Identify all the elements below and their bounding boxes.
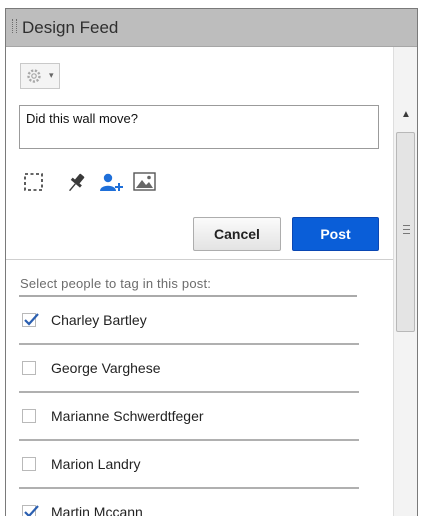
drag-grip-icon[interactable] xyxy=(12,19,17,33)
tag-person-item[interactable]: Martin Mccann xyxy=(19,489,359,516)
tag-checkbox[interactable] xyxy=(22,409,36,423)
tag-person-item[interactable]: George Varghese xyxy=(19,345,359,393)
settings-button[interactable]: ▾ xyxy=(20,63,60,89)
vertical-scrollbar[interactable]: ▲ xyxy=(393,47,417,516)
pin-icon[interactable] xyxy=(64,171,88,200)
person-name: Martin Mccann xyxy=(51,504,143,516)
design-feed-panel: Design Feed ▾ Did this wall move? Cancel… xyxy=(5,8,418,516)
person-name: Marianne Schwerdtfeger xyxy=(51,408,204,424)
panel-content: ▾ Did this wall move? Cancel Post Select… xyxy=(6,47,393,516)
tag-person-icon[interactable] xyxy=(98,171,124,200)
tag-checkbox[interactable] xyxy=(22,457,36,471)
post-button[interactable]: Post xyxy=(292,217,379,251)
panel-title: Design Feed xyxy=(22,18,119,37)
cancel-button[interactable]: Cancel xyxy=(193,217,281,251)
tag-checkbox[interactable] xyxy=(22,505,39,516)
checkmark-icon xyxy=(24,313,39,326)
tag-prompt: Select people to tag in this post: xyxy=(20,276,212,291)
tag-checkbox[interactable] xyxy=(22,361,36,375)
thumb-grip-icon xyxy=(403,225,410,234)
comment-input[interactable]: Did this wall move? xyxy=(19,105,379,149)
person-name: Charley Bartley xyxy=(51,312,147,328)
checkmark-icon xyxy=(24,505,39,516)
panel-titlebar[interactable]: Design Feed xyxy=(6,9,417,47)
scroll-up-arrow-icon[interactable]: ▲ xyxy=(394,107,417,123)
rectangle-select-icon[interactable] xyxy=(23,171,45,198)
tag-person-item[interactable]: Marianne Schwerdtfeger xyxy=(19,393,359,441)
divider xyxy=(6,259,393,260)
scroll-thumb[interactable] xyxy=(396,132,415,332)
image-icon[interactable] xyxy=(133,171,157,198)
person-name: George Varghese xyxy=(51,360,161,376)
tag-person-item[interactable]: Marion Landry xyxy=(19,441,359,489)
gear-icon xyxy=(27,69,41,83)
person-name: Marion Landry xyxy=(51,456,141,472)
tag-person-item[interactable]: Charley Bartley xyxy=(19,297,359,345)
chevron-down-icon: ▾ xyxy=(49,70,54,80)
tag-checkbox[interactable] xyxy=(22,313,39,327)
